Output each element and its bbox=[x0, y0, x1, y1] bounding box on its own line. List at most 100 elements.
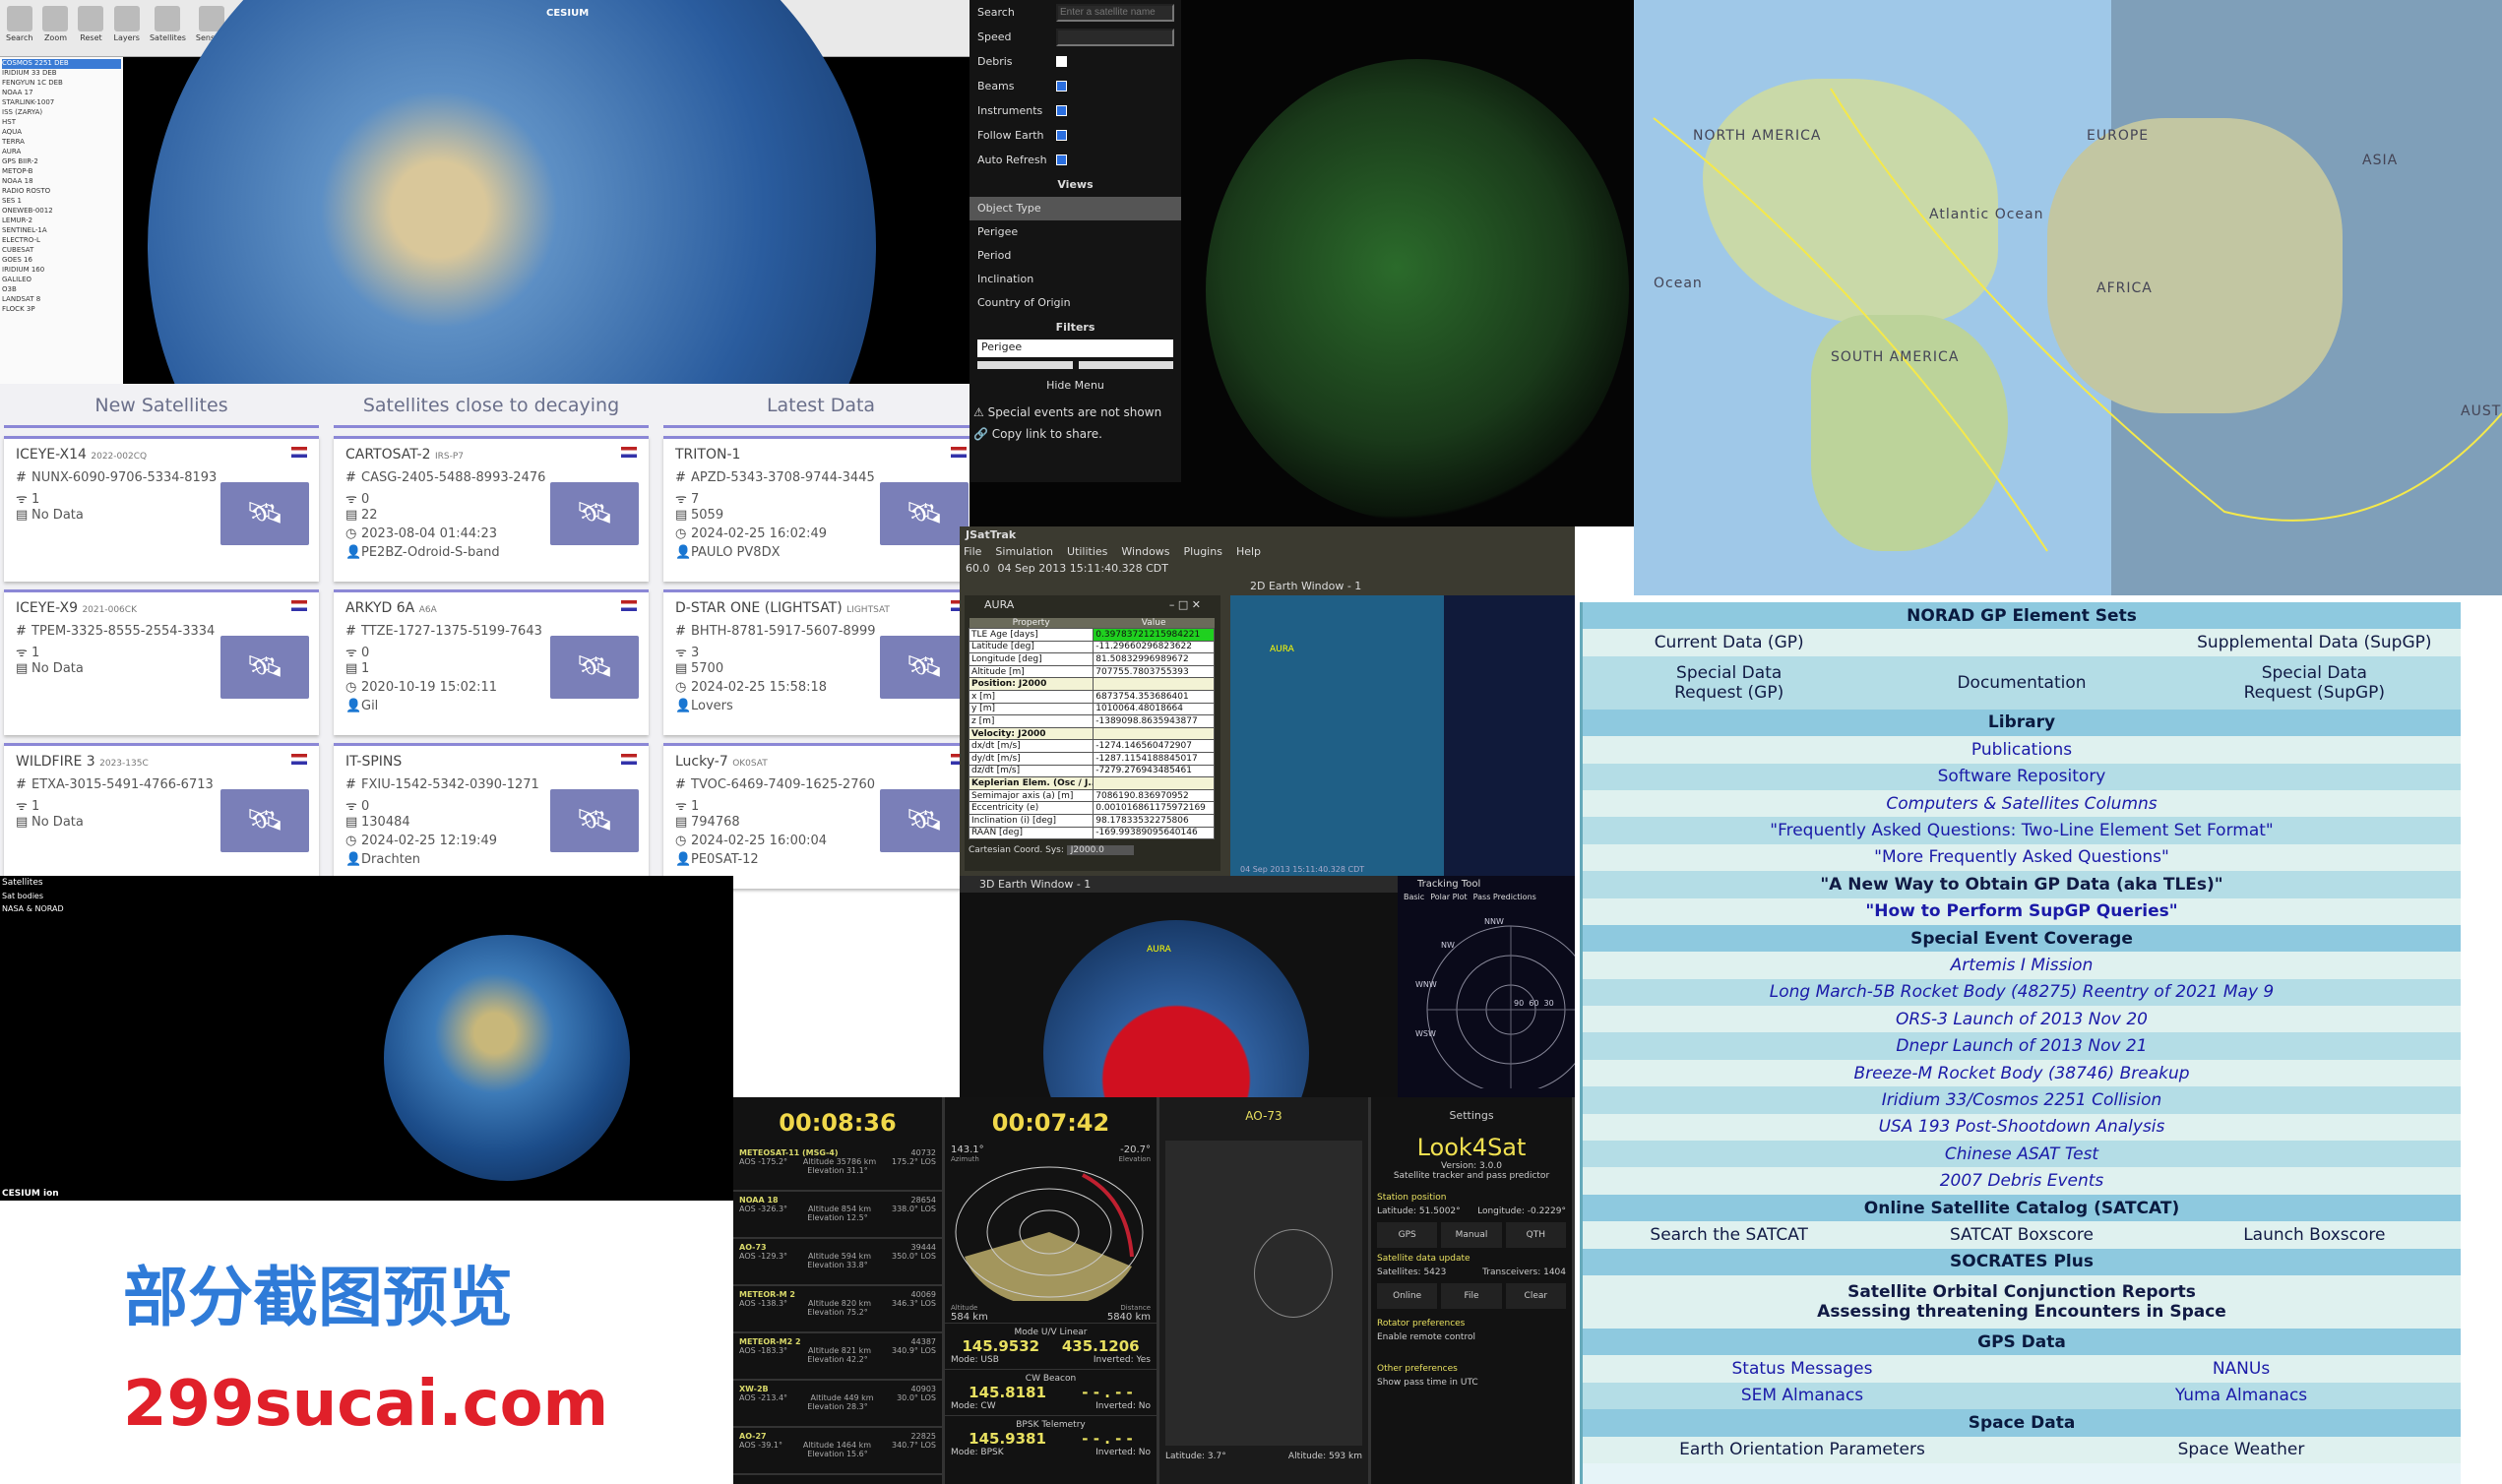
tab-0[interactable]: Basic bbox=[1404, 893, 1424, 901]
menu-link[interactable]: Software Repository bbox=[1583, 767, 2461, 786]
remote-toggle[interactable]: Enable remote control bbox=[1371, 1330, 1572, 1344]
satellite-card[interactable]: TRITON-1 # APZD-5343-3708-9744-3445 ᯤ 7 ▤ 505… bbox=[663, 436, 978, 582]
list-item[interactable]: TERRA bbox=[2, 138, 121, 148]
menu-link[interactable]: Documentation bbox=[1875, 673, 2167, 693]
btn-file[interactable]: File bbox=[1441, 1283, 1502, 1309]
satellite-card[interactable]: ICEYE-X9 2021-006CK # TPEM-3325-8555-2554-… bbox=[4, 589, 319, 735]
list-item[interactable]: ELECTRO-L bbox=[2, 236, 121, 246]
menu-link[interactable]: Supplemental Data (SupGP) bbox=[2168, 633, 2461, 652]
view-option[interactable]: Country of Origin bbox=[970, 291, 1181, 315]
toolbar-button-reset[interactable]: Reset bbox=[78, 6, 104, 50]
list-item[interactable]: ONEWEB-0012 bbox=[2, 207, 121, 216]
speed-input[interactable] bbox=[1056, 28, 1174, 46]
menu-link[interactable]: ORS-3 Launch of 2013 Nov 20 bbox=[1583, 1010, 2461, 1029]
list-item[interactable]: CUBESAT bbox=[2, 246, 121, 256]
satellite-name[interactable]: ICEYE-X9 2021-006CK bbox=[16, 600, 307, 616]
list-item[interactable]: AURA bbox=[2, 148, 121, 157]
view-option[interactable]: Period bbox=[970, 244, 1181, 268]
menu-link[interactable]: Launch Boxscore bbox=[2168, 1225, 2461, 1245]
list-item[interactable]: GALILEO bbox=[2, 276, 121, 285]
list-item[interactable]: AQUA bbox=[2, 128, 121, 138]
3d-earth-window[interactable]: 3D Earth Window - 1 AURA bbox=[960, 876, 1398, 1186]
toolbar-button-layers[interactable]: Layers bbox=[113, 6, 140, 50]
filter-min-input[interactable] bbox=[977, 361, 1073, 369]
list-item[interactable]: FENGYUN 1C DEB bbox=[2, 79, 121, 89]
menu-link[interactable]: Earth Orientation Parameters bbox=[1583, 1440, 2022, 1459]
menu-link[interactable]: SEM Almanacs bbox=[1583, 1386, 2022, 1405]
list-item[interactable]: IRIDIUM 160 bbox=[2, 266, 121, 276]
menu-utilities[interactable]: Utilities bbox=[1067, 545, 1107, 558]
satellite-card[interactable]: D-STAR ONE (LIGHTSAT) LIGHTSAT # BHTH-8781… bbox=[663, 589, 978, 735]
list-item[interactable]: O3B bbox=[2, 285, 121, 295]
pass-item[interactable]: XW-2B 40903 AOS -213.4° Altitude 449 km 30.0… bbox=[733, 1381, 942, 1428]
view-option[interactable]: Inclination bbox=[970, 268, 1181, 291]
toolbar-button-satellites[interactable]: Satellites bbox=[150, 6, 186, 50]
list-item[interactable]: SENTINEL-1A bbox=[2, 226, 121, 236]
transmitter[interactable]: CW Beacon 145.8181 - - . - - Mode: CW Invert… bbox=[945, 1369, 1157, 1415]
menu-link[interactable]: Iridium 33/Cosmos 2251 Collision bbox=[1583, 1090, 2461, 1110]
satellite-name[interactable]: TRITON-1 bbox=[675, 447, 967, 463]
list-item[interactable]: STARLINK-1007 bbox=[2, 98, 121, 108]
checkbox[interactable] bbox=[1056, 56, 1067, 67]
view-option[interactable]: Object Type bbox=[970, 197, 1181, 220]
menu-link[interactable]: Publications bbox=[1583, 740, 2461, 760]
menu-link[interactable]: "More Frequently Asked Questions" bbox=[1583, 847, 2461, 867]
toolbar-button-search[interactable]: Search bbox=[6, 6, 32, 50]
menu-simulation[interactable]: Simulation bbox=[995, 545, 1053, 558]
copy-link-button[interactable]: 🔗 Copy link to share. bbox=[970, 427, 1181, 441]
time-step[interactable]: 60.0 bbox=[966, 562, 990, 575]
menu-file[interactable]: File bbox=[964, 545, 981, 558]
menu-link[interactable]: Search the SATCAT bbox=[1583, 1225, 1875, 1245]
pass-item[interactable]: AO-27 22825 AOS -39.1° Altitude 1464 km 340.… bbox=[733, 1428, 942, 1475]
checkbox[interactable] bbox=[1056, 155, 1067, 165]
satellite-card[interactable]: IT-SPINS # FXIU-1542-5342-0390-1271 ᯤ 0 ▤ 130… bbox=[334, 743, 649, 889]
list-item[interactable]: SES 1 bbox=[2, 197, 121, 207]
menu-link[interactable]: Satellite Orbital Conjunction Reports As… bbox=[1583, 1282, 2461, 1322]
pass-item[interactable]: METEOSAT-11 (MSG-4) 40732 AOS -175.2° Altit… bbox=[733, 1144, 942, 1192]
sat-bodies-toggle[interactable]: Sat bodies bbox=[0, 890, 733, 902]
satellite-name[interactable]: D-STAR ONE (LIGHTSAT) LIGHTSAT bbox=[675, 600, 967, 616]
tab-1[interactable]: Polar Plot bbox=[1430, 893, 1467, 901]
btn-online[interactable]: Online bbox=[1377, 1283, 1438, 1309]
menu-link[interactable]: 2007 Debris Events bbox=[1583, 1171, 2461, 1191]
earth-globe[interactable] bbox=[384, 935, 630, 1181]
satellite-card[interactable]: ICEYE-X14 2022-002CQ # NUNX-6090-9706-5334… bbox=[4, 436, 319, 582]
coord-select[interactable]: J2000.0 bbox=[1066, 845, 1134, 856]
menu-link[interactable]: Artemis I Mission bbox=[1583, 956, 2461, 975]
list-item[interactable]: ISS (ZARYA) bbox=[2, 108, 121, 118]
debris-globe[interactable] bbox=[1206, 59, 1629, 522]
transmitter[interactable]: Mode U/V Linear 145.9532 435.1206 Mode: USB… bbox=[945, 1323, 1157, 1369]
pass-item[interactable]: METEOR-M2 2 44387 AOS -183.3° Altitude 821 … bbox=[733, 1333, 942, 1381]
satellite-card[interactable]: WILDFIRE 3 2023-135C # ETXA-3015-5491-4766… bbox=[4, 743, 319, 889]
satellite-name[interactable]: IT-SPINS bbox=[345, 754, 637, 770]
menu-plugins[interactable]: Plugins bbox=[1184, 545, 1222, 558]
menu-link[interactable]: "Frequently Asked Questions: Two-Line El… bbox=[1583, 821, 2461, 840]
menu-link[interactable]: Special Data Request (GP) bbox=[1583, 663, 1875, 703]
list-item[interactable]: GPS BIIR-2 bbox=[2, 157, 121, 167]
satellite-card[interactable]: Lucky-7 OK0SAT # TVOC-6469-7409-1625-2760 ᯤ… bbox=[663, 743, 978, 889]
pass-item[interactable]: NOAA 18 28654 AOS -326.3° Altitude 854 km 33… bbox=[733, 1192, 942, 1239]
checkbox[interactable] bbox=[1056, 81, 1067, 92]
world-map[interactable]: NORTH AMERICA EUROPE ASIA AFRICA SOUTH AMERI… bbox=[1634, 0, 2502, 595]
list-item[interactable]: LEMUR-2 bbox=[2, 216, 121, 226]
menu-link[interactable]: Status Messages bbox=[1583, 1359, 2022, 1379]
list-item[interactable]: RADIO ROSTO bbox=[2, 187, 121, 197]
pass-item[interactable]: AO-73 39444 AOS -129.3° Altitude 594 km 350.… bbox=[733, 1239, 942, 1286]
menu-link[interactable]: Current Data (GP) bbox=[1583, 633, 1875, 652]
satellite-name[interactable]: ARKYD 6A A6A bbox=[345, 600, 637, 616]
list-item[interactable]: NOAA 17 bbox=[2, 89, 121, 98]
menu-link[interactable]: Yuma Almanacs bbox=[2022, 1386, 2461, 1405]
utc-toggle[interactable]: Show pass time in UTC bbox=[1371, 1376, 1572, 1390]
menu-link[interactable]: "A New Way to Obtain GP Data (aka TLEs)" bbox=[1583, 875, 2461, 895]
satellite-name[interactable]: Lucky-7 OK0SAT bbox=[675, 754, 967, 770]
list-item[interactable]: LANDSAT 8 bbox=[2, 295, 121, 305]
transmitter[interactable]: BPSK Telemetry 145.9381- - . - - Mode: BPS… bbox=[945, 1415, 1157, 1461]
list-item[interactable]: COSMOS 2251 DEB bbox=[2, 59, 121, 69]
menu-link[interactable]: NANUs bbox=[2022, 1359, 2461, 1379]
list-item[interactable]: FLOCK 3P bbox=[2, 305, 121, 315]
list-item[interactable]: HST bbox=[2, 118, 121, 128]
list-item[interactable]: METOP-B bbox=[2, 167, 121, 177]
list-item[interactable]: IRIDIUM 33 DEB bbox=[2, 69, 121, 79]
btn-gps[interactable]: GPS bbox=[1377, 1222, 1438, 1248]
satellite-card[interactable]: ARKYD 6A A6A # TTZE-1727-1375-5199-7643 ᯤ 0 ▤… bbox=[334, 589, 649, 735]
